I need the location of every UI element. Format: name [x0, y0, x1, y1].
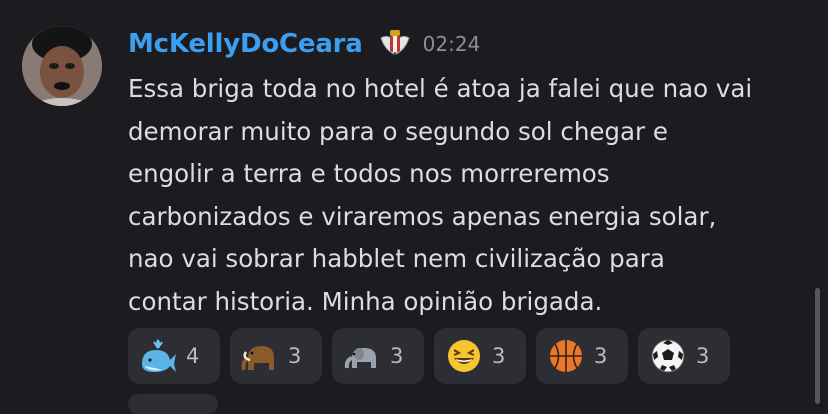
message-line: demorar muito para o segundo sol chegar … [128, 116, 668, 146]
reaction-count: 3 [696, 344, 710, 368]
whale-icon [138, 336, 178, 376]
soccer-ball-icon [648, 336, 688, 376]
laughing-face-icon [444, 336, 484, 376]
basketball-icon [546, 336, 586, 376]
message-line: engolir a terra e todos nos morreremos [128, 159, 610, 189]
reaction-count: 3 [288, 344, 302, 368]
message-line: Essa briga toda no hotel é atoa ja falei… [128, 74, 753, 103]
timestamp: 02:24 [422, 32, 481, 56]
reaction-count: 3 [492, 344, 506, 368]
avatar[interactable] [22, 26, 102, 106]
reaction-whale[interactable]: 4 [128, 328, 220, 384]
reaction-basketball[interactable]: 3 [536, 328, 628, 384]
reaction-count: 3 [390, 344, 404, 368]
reaction-count: 3 [594, 344, 608, 368]
reaction-count: 4 [186, 344, 200, 368]
reaction-mammoth[interactable]: 3 [230, 328, 322, 384]
message-line: carbonizados e viraremos apenas energia … [128, 201, 717, 231]
reaction-soccer[interactable]: 3 [638, 328, 730, 384]
mammoth-icon [240, 336, 280, 376]
elephant-icon [342, 336, 382, 376]
reaction-laughing[interactable]: 3 [434, 328, 526, 384]
username[interactable]: McKellyDoCeara [128, 29, 363, 59]
scrollbar[interactable] [815, 288, 820, 404]
reaction-partial[interactable] [128, 394, 218, 414]
reaction-elephant[interactable]: 3 [332, 328, 424, 384]
message-line: nao vai sobrar habblet nem civilização p… [128, 244, 665, 274]
message-body: Essa briga toda no hotel é atoa ja falei… [128, 68, 818, 324]
winged-badge-icon[interactable] [379, 28, 411, 60]
message-line: contar historia. Minha opinião brigada. [128, 286, 603, 316]
message-header: McKellyDoCeara 02:24 [128, 26, 480, 62]
reactions-bar: 4 3 3 3 3 3 [128, 328, 740, 384]
